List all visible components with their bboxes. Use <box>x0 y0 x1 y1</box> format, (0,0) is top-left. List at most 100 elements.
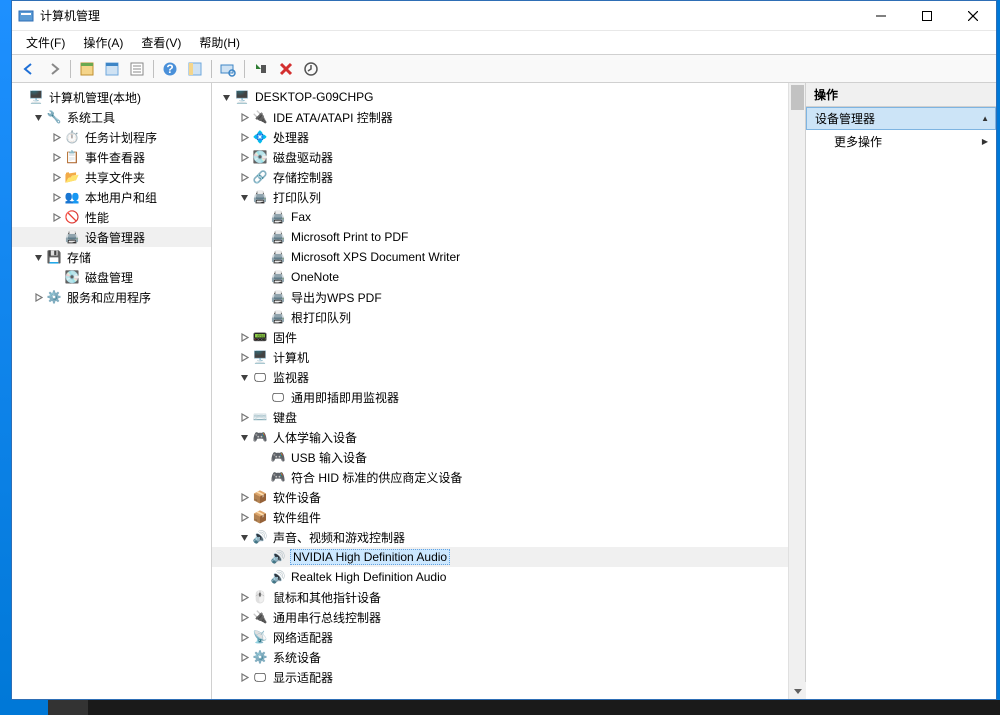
tree-node[interactable]: 👥本地用户和组 <box>12 187 211 207</box>
tree-node[interactable]: 🖥️DESKTOP-G09CHPG <box>212 87 788 107</box>
expander-icon[interactable] <box>238 131 250 143</box>
tree-node[interactable]: 🔌通用串行总线控制器 <box>212 607 788 627</box>
actions-more[interactable]: 更多操作 <box>806 130 996 152</box>
forward-button[interactable] <box>43 58 65 80</box>
titlebar[interactable]: 计算机管理 <box>12 1 996 31</box>
scroll-thumb[interactable] <box>791 85 804 110</box>
expander-icon[interactable] <box>50 191 62 203</box>
tree-node[interactable]: 📦软件组件 <box>212 507 788 527</box>
tree-node[interactable]: 🔊Realtek High Definition Audio <box>212 567 788 587</box>
expander-icon[interactable] <box>238 611 250 623</box>
tree-node[interactable]: 🔧系统工具 <box>12 107 211 127</box>
maximize-button[interactable] <box>904 1 950 31</box>
expander-icon[interactable] <box>238 591 250 603</box>
tree-node[interactable]: 🖨️Microsoft Print to PDF <box>212 227 788 247</box>
tree-node[interactable]: ⏱️任务计划程序 <box>12 127 211 147</box>
tree-node[interactable]: 🚫性能 <box>12 207 211 227</box>
tree-node[interactable]: 🖱️鼠标和其他指针设备 <box>212 587 788 607</box>
tree-node[interactable]: 💠处理器 <box>212 127 788 147</box>
expander-icon[interactable] <box>50 131 62 143</box>
expander-icon[interactable] <box>238 151 250 163</box>
tree-node[interactable]: ⌨️键盘 <box>212 407 788 427</box>
tree-node[interactable]: 💽磁盘管理 <box>12 267 211 287</box>
tree-node[interactable]: ⚙️服务和应用程序 <box>12 287 211 307</box>
help-button[interactable]: ? <box>159 58 181 80</box>
tree-node[interactable]: 💽磁盘驱动器 <box>212 147 788 167</box>
tree-node[interactable]: 🖨️打印队列 <box>212 187 788 207</box>
expander-icon[interactable] <box>238 331 250 343</box>
expander-icon[interactable] <box>238 371 250 383</box>
tree-node[interactable]: 🖨️设备管理器 <box>12 227 211 247</box>
start-button[interactable] <box>0 700 48 715</box>
tree-node[interactable]: 📦软件设备 <box>212 487 788 507</box>
tree-node[interactable]: 🖵通用即插即用监视器 <box>212 387 788 407</box>
close-button[interactable] <box>950 1 996 31</box>
expander-icon[interactable] <box>238 651 250 663</box>
expander-icon[interactable] <box>50 151 62 163</box>
node-label: 服务和应用程序 <box>66 289 152 306</box>
tree-node[interactable]: 🖨️Microsoft XPS Document Writer <box>212 247 788 267</box>
menu-action[interactable]: 操作(A) <box>81 32 125 53</box>
minimize-button[interactable] <box>858 1 904 31</box>
uninstall-device-button[interactable] <box>275 58 297 80</box>
tree-node[interactable]: 📋事件查看器 <box>12 147 211 167</box>
tree-node[interactable]: 🖥️计算机 <box>212 347 788 367</box>
back-button[interactable] <box>18 58 40 80</box>
expander-icon[interactable] <box>238 411 250 423</box>
tree-node[interactable]: 📂共享文件夹 <box>12 167 211 187</box>
expander-icon[interactable] <box>50 211 62 223</box>
expander-icon[interactable] <box>238 431 250 443</box>
taskbar-cortana[interactable] <box>48 700 88 715</box>
tree-node[interactable]: 🖨️导出为WPS PDF <box>212 287 788 307</box>
tree-node[interactable]: 🖨️OneNote <box>212 267 788 287</box>
tree-node[interactable]: 🖵监视器 <box>212 367 788 387</box>
expander-icon[interactable] <box>238 351 250 363</box>
tree-node[interactable]: 🔌IDE ATA/ATAPI 控制器 <box>212 107 788 127</box>
show-hide-tree-button[interactable] <box>76 58 98 80</box>
tree-node[interactable]: ⚙️系统设备 <box>212 647 788 667</box>
taskbar[interactable] <box>0 700 1000 715</box>
tree-node[interactable]: 🎮USB 输入设备 <box>212 447 788 467</box>
vertical-scrollbar[interactable] <box>788 83 805 699</box>
expander-icon[interactable] <box>238 111 250 123</box>
tree-node[interactable]: 🖵显示适配器 <box>212 667 788 687</box>
expander-icon[interactable] <box>238 531 250 543</box>
export-list-button[interactable] <box>126 58 148 80</box>
properties-button[interactable] <box>101 58 123 80</box>
enable-device-button[interactable] <box>250 58 272 80</box>
menu-view[interactable]: 查看(V) <box>139 32 183 53</box>
tree-node[interactable]: 🔗存储控制器 <box>212 167 788 187</box>
tree-node[interactable]: 🖨️根打印队列 <box>212 307 788 327</box>
tree-node[interactable]: 📡网络适配器 <box>212 627 788 647</box>
scroll-down-arrow[interactable] <box>789 682 806 699</box>
scan-hardware-button[interactable] <box>217 58 239 80</box>
expander-icon[interactable] <box>50 171 62 183</box>
expander-icon[interactable] <box>238 671 250 683</box>
tree-node[interactable]: 🎮人体学输入设备 <box>212 427 788 447</box>
actions-selected-context[interactable]: 设备管理器 <box>806 107 996 130</box>
tree-node[interactable]: 📟固件 <box>212 327 788 347</box>
tree-node[interactable]: 💾存储 <box>12 247 211 267</box>
expander-icon[interactable] <box>32 111 44 123</box>
menubar: 文件(F) 操作(A) 查看(V) 帮助(H) <box>12 31 996 55</box>
expander-icon[interactable] <box>238 491 250 503</box>
tree-node[interactable]: 🎮符合 HID 标准的供应商定义设备 <box>212 467 788 487</box>
node-icon: 🖨️ <box>252 189 268 205</box>
tree-node[interactable]: 🖨️Fax <box>212 207 788 227</box>
device-tree-pane[interactable]: 🖥️DESKTOP-G09CHPG🔌IDE ATA/ATAPI 控制器💠处理器💽… <box>212 83 806 699</box>
expander-icon[interactable] <box>238 171 250 183</box>
view-button[interactable] <box>184 58 206 80</box>
expander-icon[interactable] <box>238 191 250 203</box>
console-tree-pane[interactable]: 🖥️计算机管理(本地)🔧系统工具⏱️任务计划程序📋事件查看器📂共享文件夹👥本地用… <box>12 83 212 699</box>
tree-node[interactable]: 🔊NVIDIA High Definition Audio <box>212 547 788 567</box>
expander-icon[interactable] <box>32 291 44 303</box>
tree-node[interactable]: 🔊声音、视频和游戏控制器 <box>212 527 788 547</box>
expander-icon[interactable] <box>238 631 250 643</box>
update-driver-button[interactable] <box>300 58 322 80</box>
expander-icon[interactable] <box>238 511 250 523</box>
tree-node[interactable]: 🖥️计算机管理(本地) <box>12 87 211 107</box>
expander-icon[interactable] <box>220 91 232 103</box>
menu-help[interactable]: 帮助(H) <box>197 32 242 53</box>
menu-file[interactable]: 文件(F) <box>24 32 67 53</box>
expander-icon[interactable] <box>32 251 44 263</box>
